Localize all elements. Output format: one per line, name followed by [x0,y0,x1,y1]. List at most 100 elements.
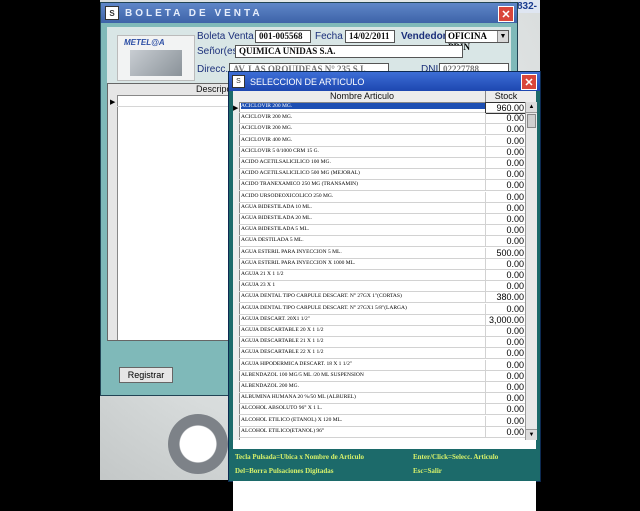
table-row[interactable]: ALCOHOL ETILICO(ETANOL) 96° 0.00 [239,426,526,438]
article-stock: 0.00 [485,426,526,437]
table-row[interactable]: AGUA BIDESTILADA 20 ML. 0.00 [239,214,525,225]
article-name: AGUJA 23 X 1 [241,282,276,289]
article-name: AGUJA 21 X 1 1/2 [241,271,284,277]
article-name: ACICLOVIR 200 MG. [241,103,485,109]
article-name: ACIDO URSODEOXICOLICO 250 MG. [241,192,334,199]
table-row[interactable]: AGUJA DESCARTABLE 20 X 1 1/2 0.00 [239,326,525,337]
table-row[interactable]: ACICLOVIR 200 MG. 0.00 [239,124,525,136]
table-row[interactable]: AGUJA DESCART. 20X1 1/2" 3,000.00 [239,314,526,326]
scroll-down-icon[interactable]: ▼ [526,429,537,440]
article-stock: 0.00 [485,404,526,415]
article-stock: 0.00 [485,180,526,191]
hint-del: Del=Borra Pulsaciones Digitadas [235,467,334,475]
table-row[interactable]: ACICLOVIR 200 MG. 0.00 [239,113,525,125]
table-row[interactable]: ALCOHOL ABSOLUTO 96° X 1 L. 0.00 [239,404,526,416]
article-name: AGUJA DESCARTABLE 22 X 1 1/2 [241,349,324,356]
article-name: ACIDO TRANEXAMICO 250 MG (TRANSAMIN) [241,181,358,188]
table-row[interactable]: ALBENDAZOL 100 MG/5 ML /20 ML SUSPENSION… [239,370,526,382]
article-name: AGUJA DESCARTABLE 20 X 1 1/2 [241,327,324,333]
article-name: ACIDO ACETILSALICILICO 100 MG. [241,159,331,165]
boleta-number-field[interactable]: 001-005568 [255,30,311,43]
table-row[interactable]: AGUJA DESCARTABLE 22 X 1 1/2 0.00 [239,348,526,360]
registrar-button[interactable]: Registrar [119,367,173,383]
scroll-up-icon[interactable]: ▲ [526,102,537,113]
table-row[interactable]: AGUA BIDESTILADA 5 ML. 0.00 [239,225,526,237]
table-row[interactable]: AGUJA 23 X 1 0.00 [239,281,525,293]
seleccion-close-button[interactable]: ✕ [521,74,537,90]
article-name: AGUA DESTILADA 5 ML. [241,237,304,244]
chevron-down-icon[interactable]: ▼ [497,31,508,42]
article-name: ACICLOVIR 200 MG. [241,125,293,132]
article-name: ALCOHOL ETILICO (ETANOL) X 120 ML. [241,416,343,423]
table-row[interactable]: ACIDO ACETILSALICILICO 500 MG (MEJORAL) 0… [239,169,525,181]
black-border-left [0,0,100,480]
vendedor-label: Vendedor: [401,31,450,42]
article-name: ACICLOVIR 400 MG. [241,136,293,143]
article-stock: 0.00 [485,348,526,359]
table-row[interactable]: AGUJA 21 X 1 1/2 0.00 [239,270,525,281]
article-name: AGUA ESTERIL PARA INYECCION 5 ML. [241,248,342,255]
hint-tecla: Tecla Pulsada=Ubica x Nombre de Articulo [235,453,365,461]
column-header-name[interactable]: Nombre Articulo [239,91,485,101]
table-row[interactable]: ACIDO TRANEXAMICO 250 MG (TRANSAMIN) 0.00 [239,180,526,192]
table-row[interactable]: AGUA DESTILADA 5 ML. 0.00 [239,236,525,248]
grid-column-header[interactable]: Descripci [108,84,233,96]
seleccion-title: SELECCION DE ARTICULO [250,76,365,87]
seleccion-articulo-window: S SELECCION DE ARTICULO ✕ Nombre Articul… [228,71,541,511]
app-icon: S [232,75,245,88]
table-row[interactable]: AGUJA DESCARTABLE 21 X 1 1/2 0.00 [239,337,525,349]
hint-esc: Esc=Salir [413,467,442,475]
vendedor-select[interactable]: OFICINA PRIN ▼ [445,30,509,52]
boleta-close-button[interactable]: ✕ [498,6,514,22]
table-row[interactable]: ACIDO URSODEOXICOLICO 250 MG. 0.00 [239,191,525,203]
article-name: ACICLOVIR 5 0/1000 CRM 15 G. [241,147,319,154]
article-stock: 0.00 [485,370,526,381]
senor-field[interactable]: QUIMICA UNIDAS S.A. [235,45,463,58]
scroll-thumb[interactable] [527,114,536,128]
boleta-titlebar[interactable]: S BOLETA DE VENTA [101,3,517,23]
article-name: ALBENDAZOL 200 MG. [241,383,299,389]
table-row[interactable]: AGUA ESTERIL PARA INYECCION X 1000 ML. 0.… [239,258,525,270]
background-washer-image [168,414,228,474]
hint-enter: Enter/Click=Selecc. Articulo [413,453,499,461]
table-row[interactable]: AGUJA DENTAL TIPO CARPULE DESCART. N° 27… [239,292,526,304]
article-name: AGUJA DESCART. 20X1 1/2" [241,315,311,322]
keyboard-hints: Tecla Pulsada=Ubica x Nombre de Articulo… [229,449,540,481]
table-row[interactable]: AGUA ESTERIL PARA INYECCION 5 ML. 500.00 [239,247,525,259]
article-stock: 3,000.00 [485,314,526,325]
article-name: ALBUMINA HUMANA 20 %/50 ML (ALBUREL) [241,394,356,401]
detail-grid[interactable]: Descripci ▶ [107,83,233,341]
article-name: AGUJA HIPODERMICA DESCART. 18 X 1 1/2" [241,360,353,367]
article-name: AGUA BIDESTILADA 10 ML. [241,203,312,210]
article-name: AGUA ESTERIL PARA INYECCION X 1000 ML. [241,259,356,266]
article-name: AGUA BIDESTILADA 5 ML. [241,226,310,233]
article-stock: 0.00 [485,135,526,146]
black-border-right [540,0,640,480]
articulos-table[interactable]: Nombre Articulo Stock ▶ ACICLOVIR 200 MG… [233,91,537,511]
article-stock: 380.00 [485,292,526,303]
table-row[interactable]: ALBENDAZOL 200 MG. 0.00 [239,382,525,393]
table-row[interactable]: AGUJA HIPODERMICA DESCART. 18 X 1 1/2" 0.… [239,359,526,371]
table-row[interactable]: ACIDO ACETILSALICILICO 100 MG. 0.00 [239,158,525,169]
table-row[interactable]: ACICLOVIR 200 MG. 960.00 [239,102,527,114]
direcc-label: Direcc.: [197,64,231,75]
current-row-pointer-icon: ▶ [233,105,239,112]
logo-text: METEL@A [124,38,165,47]
article-stock: 0.00 [485,382,526,392]
table-row[interactable]: ALBUMINA HUMANA 20 %/50 ML (ALBUREL) 0.00 [239,393,525,405]
table-row[interactable]: AGUA BIDESTILADA 10 ML. 0.00 [239,202,525,214]
table-row[interactable]: ACICLOVIR 400 MG. 0.00 [239,135,526,147]
seleccion-titlebar[interactable]: S SELECCION DE ARTICULO [229,72,540,91]
article-stock: 0.00 [485,158,526,168]
article-stock: 0.00 [485,270,526,280]
article-stock: 0.00 [485,225,526,236]
article-name: AGUJA DESCARTABLE 21 X 1 1/2 [241,338,324,345]
column-header-stock[interactable]: Stock [485,91,526,102]
table-row[interactable]: ALCOHOL ETILICO (ETANOL) X 120 ML. 0.00 [239,415,525,427]
vertical-scrollbar[interactable]: ▲ ▼ [525,102,537,440]
fecha-field[interactable]: 14/02/2011 [345,30,395,43]
table-row[interactable]: ACICLOVIR 5 0/1000 CRM 15 G. 0.00 [239,146,525,158]
article-name: AGUA BIDESTILADA 20 ML. [241,215,312,221]
table-row[interactable]: AGUJA DENTAL TIPO CARPULE DESCART. N° 27… [239,303,525,315]
article-stock: 0.00 [485,359,526,370]
